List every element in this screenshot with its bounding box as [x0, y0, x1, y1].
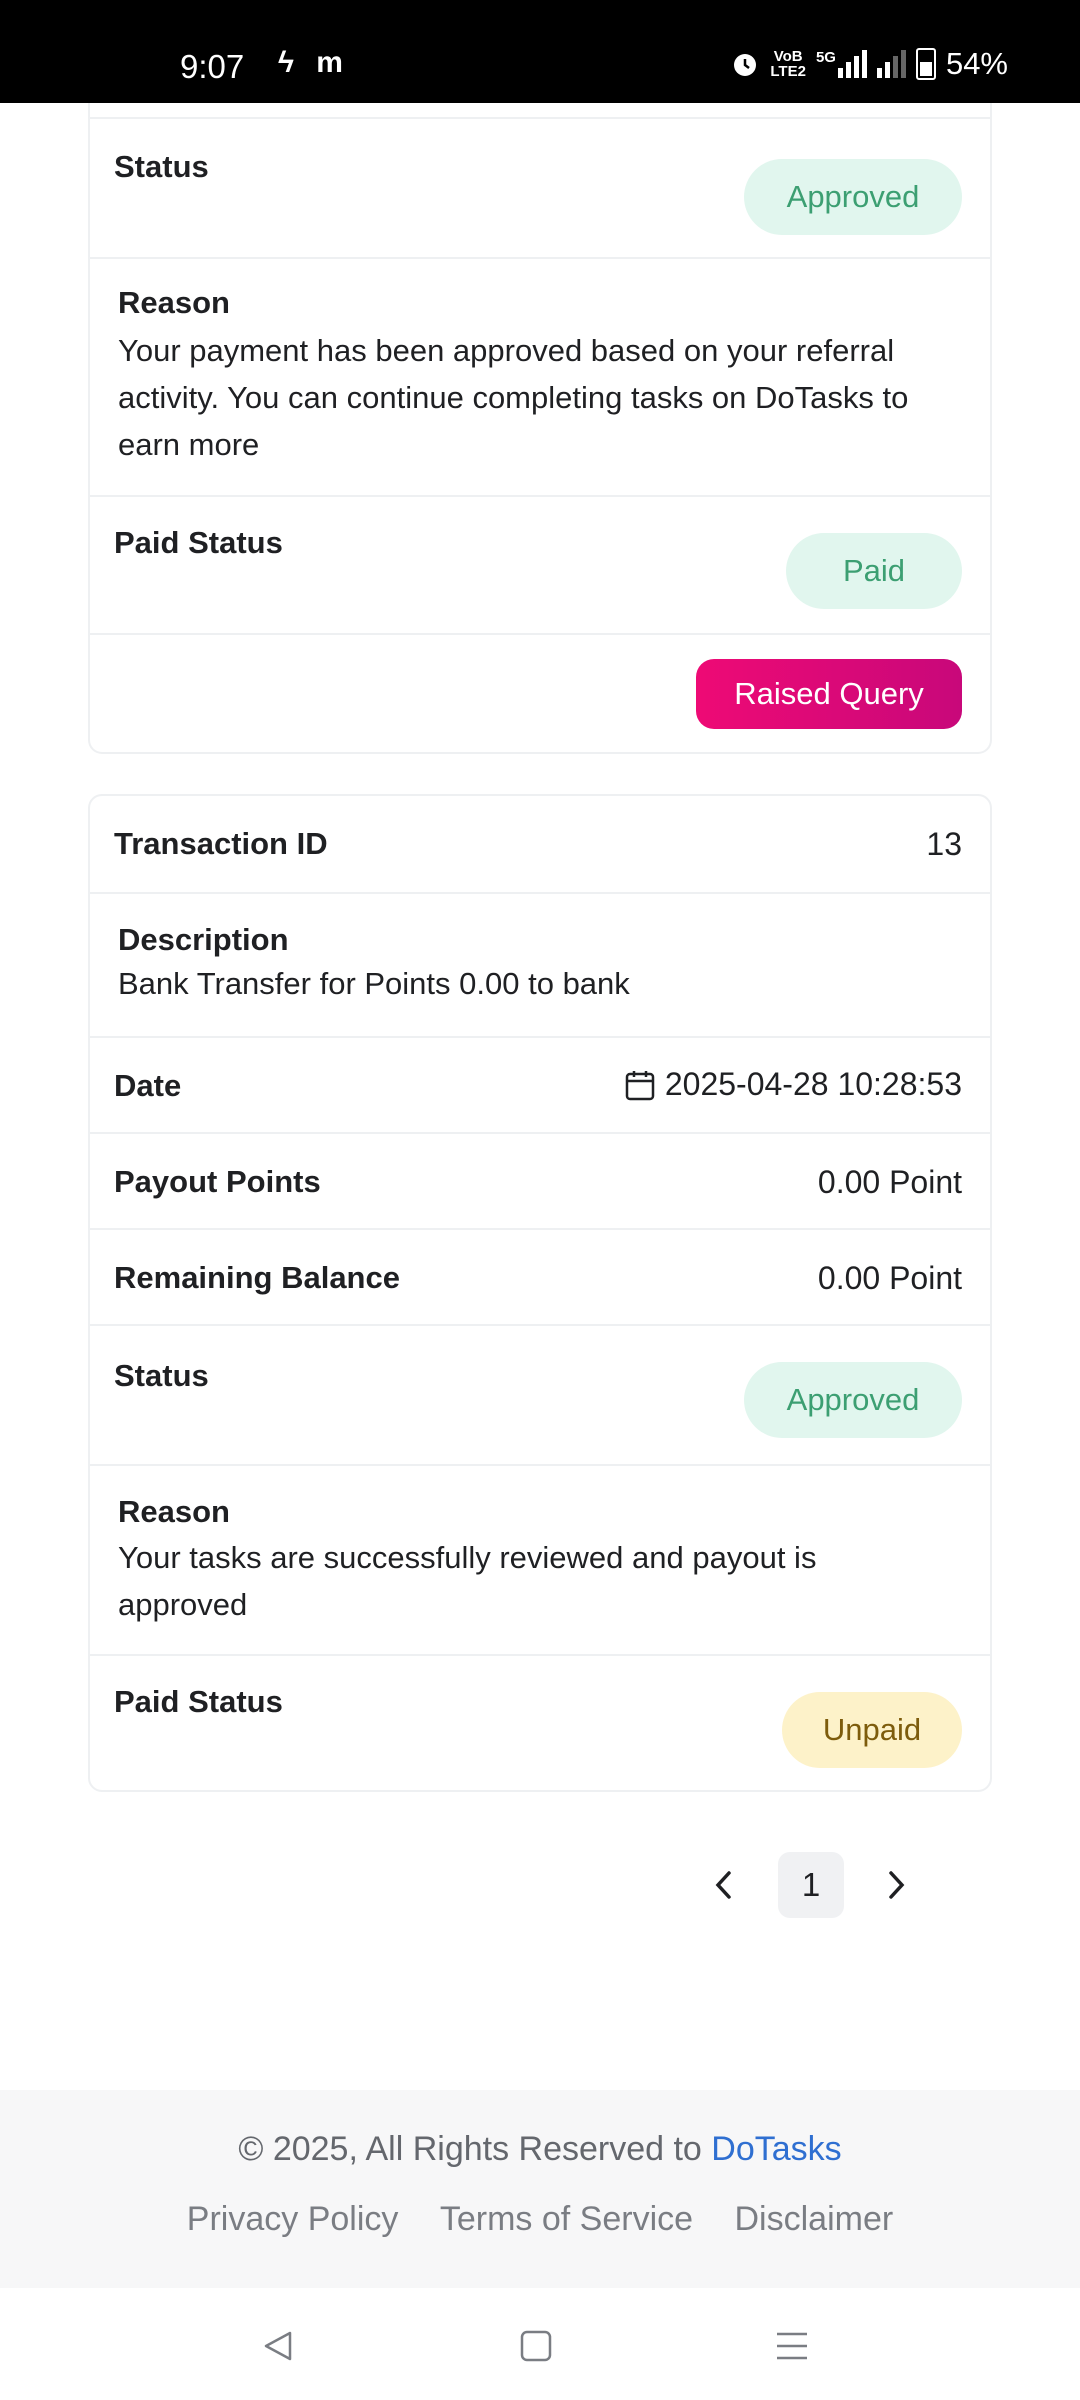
query-row: Raised Query	[90, 633, 990, 752]
signal-5g-icon: 5G	[816, 50, 867, 78]
status-row: Status Approved	[90, 1324, 990, 1464]
remaining-balance-value: 0.00 Point	[817, 1260, 962, 1296]
reason-label: Reason	[118, 285, 230, 320]
home-button[interactable]	[506, 2316, 566, 2376]
previous-page-button[interactable]	[706, 1860, 742, 1910]
next-page-button[interactable]	[878, 1860, 914, 1910]
payout-points-row: Payout Points 0.00 Point	[90, 1132, 990, 1228]
transaction-id-value: 13	[926, 826, 962, 862]
paid-status-badge: Unpaid	[782, 1692, 962, 1768]
status-label: Status	[114, 149, 209, 184]
description-text: Bank Transfer for Points 0.00 to bank	[118, 966, 630, 1001]
paid-status-label: Paid Status	[114, 525, 283, 560]
remaining-balance-label: Remaining Balance	[114, 1260, 400, 1295]
recents-button[interactable]	[762, 2316, 822, 2376]
navigation-bar	[0, 2288, 1080, 2400]
copyright: © 2025, All Rights Reserved to DoTasks	[0, 2130, 1080, 2169]
terms-of-service-link[interactable]: Terms of Service	[440, 2200, 693, 2238]
signal-sim2-icon	[876, 50, 906, 78]
transaction-id-label: Transaction ID	[114, 826, 328, 861]
description-row: Description Bank Transfer for Points 0.0…	[90, 892, 990, 1036]
volte-icon: VoB LTE2	[770, 48, 806, 80]
description-label: Description	[118, 922, 289, 957]
date-label: Date	[114, 1068, 182, 1103]
paid-status-badge: Paid	[786, 533, 962, 609]
date-value: 2025-04-28 10:28:53	[664, 1066, 962, 1102]
remaining-balance-row: Remaining Balance 0.00 Point	[90, 1228, 990, 1324]
raised-query-button[interactable]: Raised Query	[696, 659, 962, 729]
paid-status-row: Paid Status Unpaid	[90, 1654, 990, 1792]
home-square-icon	[520, 2330, 552, 2362]
date-value-wrap: 2025-04-28 10:28:53	[625, 1066, 962, 1103]
payout-points-value: 0.00 Point	[817, 1164, 962, 1200]
m-app-icon: m	[316, 46, 343, 79]
date-row: Date 2025-04-28 10:28:53	[90, 1036, 990, 1132]
reason-row: Reason Your payment has been approved ba…	[90, 257, 990, 495]
status-right: VoB LTE2 5G 54%	[730, 46, 1008, 82]
copyright-text: © 2025, All Rights Reserved to	[238, 2130, 712, 2168]
alarm-icon	[734, 54, 757, 76]
status-label: Status	[114, 1358, 209, 1393]
battery-icon	[915, 48, 936, 80]
transaction-card-1: Status Approved Reason Your payment has …	[88, 103, 992, 754]
back-triangle-icon	[264, 2331, 292, 2361]
brand-link[interactable]: DoTasks	[711, 2130, 841, 2168]
page-1-button[interactable]: 1	[778, 1852, 844, 1918]
footer: © 2025, All Rights Reserved to DoTasks P…	[0, 2090, 1080, 2288]
paid-status-label: Paid Status	[114, 1684, 283, 1719]
battery-percent: 54%	[945, 46, 1008, 81]
reason-row: Reason Your tasks are successfully revie…	[90, 1464, 990, 1654]
flash-icon: ϟ	[278, 46, 294, 79]
payout-points-label: Payout Points	[114, 1164, 321, 1199]
status-bar: 9:07 ϟ m VoB LTE2 5G 54%	[0, 0, 1080, 103]
footer-links: Privacy Policy Terms of Service Disclaim…	[0, 2200, 1080, 2239]
status-row: Status Approved	[90, 117, 990, 257]
status-badge: Approved	[744, 159, 962, 235]
back-button[interactable]	[248, 2316, 308, 2376]
status-badge: Approved	[744, 1362, 962, 1438]
chevron-right-icon	[889, 1871, 905, 1899]
disclaimer-link[interactable]: Disclaimer	[735, 2200, 894, 2238]
paid-status-row: Paid Status Paid	[90, 495, 990, 633]
privacy-policy-link[interactable]: Privacy Policy	[187, 2200, 399, 2238]
transaction-id-row: Transaction ID 13	[90, 796, 990, 892]
transaction-card-2: Transaction ID 13 Description Bank Trans…	[88, 794, 992, 1792]
calendar-icon	[625, 1070, 655, 1100]
chevron-left-icon	[715, 1871, 731, 1899]
pagination: 1	[690, 1852, 930, 1918]
notification-icons: ϟ m	[278, 46, 343, 80]
reason-text: Your payment has been approved based on …	[118, 333, 909, 462]
reason-text: Your tasks are successfully reviewed and…	[118, 1540, 817, 1622]
reason-label: Reason	[118, 1494, 230, 1529]
status-time: 9:07	[180, 48, 245, 85]
menu-lines-icon	[777, 2332, 807, 2360]
